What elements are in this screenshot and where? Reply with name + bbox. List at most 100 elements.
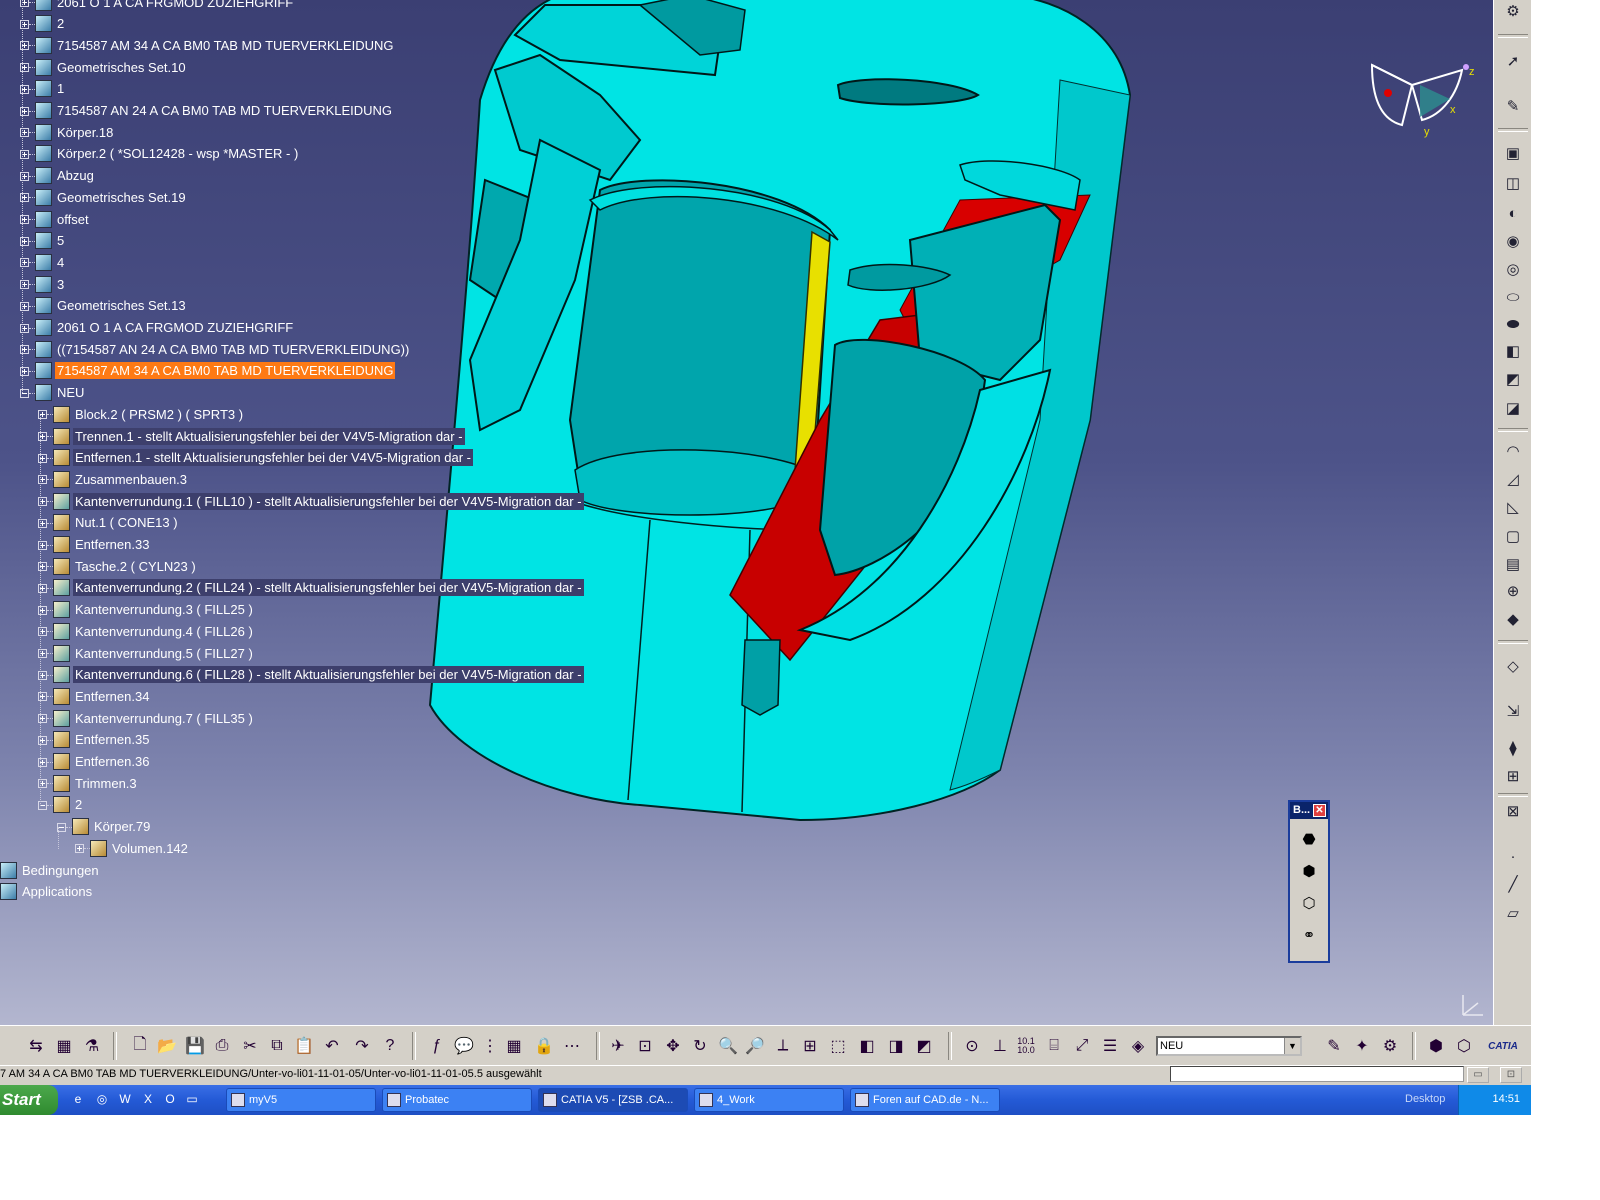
layer-select[interactable]: NEU ▼ [1156,1036,1302,1056]
assembly-icon[interactable]: ⬡ [1452,1034,1476,1058]
tree-node[interactable]: Volumen.142 [90,838,190,858]
split-icon[interactable]: ◇ [1502,655,1524,677]
rib-icon[interactable]: ⬭ [1502,286,1524,308]
table-icon[interactable]: ▦ [502,1034,526,1058]
copy-icon[interactable]: ⧉ [265,1034,289,1058]
layer-icon[interactable]: ◈ [1126,1034,1150,1058]
swap-visible-icon[interactable]: ◩ [912,1034,936,1058]
tree-node[interactable]: Nut.1 ( CONE13 ) [53,513,180,533]
tree-node[interactable]: 2061 O 1 A CA FRGMOD ZUZIEHGRIFF [35,0,295,12]
boolean-icon[interactable]: ⚭ [1297,923,1321,947]
tree-node[interactable]: Geometrisches Set.19 [35,187,188,207]
tree-node[interactable]: 1 [35,79,66,99]
settings-icon[interactable]: ⚙ [1502,0,1524,22]
material-icon[interactable]: ✎ [1322,1034,1346,1058]
hole-icon[interactable]: ◉ [1502,230,1524,252]
plane-icon[interactable]: ▱ [1502,902,1524,924]
tree-node[interactable]: 7154587 AN 24 A CA BM0 TAB MD TUERVERKLE… [35,101,394,121]
insert-body-icon[interactable]: ⬢ [1297,859,1321,883]
mirror-icon[interactable]: ⧫ [1502,737,1524,759]
tree-node[interactable]: Abzug [35,166,96,186]
assemble-icon[interactable]: ⬡ [1297,891,1321,915]
tree-node[interactable]: Entfernen.34 [53,686,151,706]
tree-node[interactable]: Entfernen.35 [53,730,151,750]
tree-node[interactable]: Körper.2 ( *SOL12428 - wsp *MASTER - ) [35,144,300,164]
new-file-icon[interactable]: 🗋 [128,1034,152,1058]
shaft-icon[interactable]: ◐ [1502,202,1524,224]
tree-node[interactable]: Tasche.2 ( CYLN23 ) [53,556,198,576]
lock-icon[interactable]: 🔒 [532,1034,556,1058]
edge-fillet-icon[interactable]: ◠ [1502,440,1524,462]
tree-node[interactable]: 7154587 AM 34 A CA BM0 TAB MD TUERVERKLE… [35,35,395,55]
spec-icon[interactable]: ⋮ [478,1034,502,1058]
comment-icon[interactable]: 💬 [452,1034,476,1058]
multi-view-icon[interactable]: ⊞ [798,1034,822,1058]
help-icon[interactable]: ? [378,1034,402,1058]
quicklaunch-desktop-icon[interactable]: ▭ [184,1091,200,1107]
tree-node[interactable]: Entfernen.1 - stellt Aktualisierungsfehl… [53,448,473,468]
tree-node[interactable]: Trimmen.3 [53,773,139,793]
constraint-icon[interactable]: ⊠ [1502,800,1524,822]
zoom-out-icon[interactable]: 🔎 [743,1034,767,1058]
groove-icon[interactable]: ◎ [1502,258,1524,280]
stop-icon[interactable]: ⊡ [1500,1067,1522,1083]
remove-face-icon[interactable]: ◆ [1502,608,1524,630]
tree-node[interactable]: Trennen.1 - stellt Aktualisierungsfehler… [53,426,465,446]
3d-viewport[interactable]: 2061 O 1 A CA FRGMOD ZUZIEHGRIFF 2 7154587… [0,0,1493,1025]
tree-node[interactable]: Kantenverrundung.3 ( FILL25 ) [53,600,255,620]
tree-node[interactable]: Bedingungen [0,860,101,880]
save-icon[interactable]: 💾 [183,1034,207,1058]
tree-node[interactable]: Entfernen.33 [53,535,151,555]
tree-node[interactable]: Geometrisches Set.10 [35,57,188,77]
expand-toggle[interactable] [75,844,84,854]
tree-node[interactable]: 2 [35,14,66,34]
tree-node[interactable]: Kantenverrundung.7 ( FILL35 ) [53,708,255,728]
quicklaunch-outlook-icon[interactable]: O [162,1091,178,1107]
fly-icon[interactable]: ✈ [606,1034,630,1058]
snap-icon[interactable]: ⊙ [960,1034,984,1058]
shell-icon[interactable]: ▢ [1502,525,1524,547]
tree-node[interactable]: 2 [53,795,84,815]
tree-node[interactable]: Körper.18 [35,122,115,142]
tree-node[interactable]: Kantenverrundung.4 ( FILL26 ) [53,621,255,641]
tree-node[interactable]: Kantenverrundung.6 ( FILL28 ) - stellt A… [53,665,584,685]
scan-icon[interactable]: ⤢ [1070,1034,1094,1058]
grid-numbers-icon[interactable]: 10.1 10.0 [1014,1034,1038,1058]
pad-icon[interactable]: ▣ [1502,142,1524,164]
print-icon[interactable]: ⎙ [210,1034,234,1058]
iso-view-icon[interactable]: ⬚ [826,1034,850,1058]
remove-loft-icon[interactable]: ◪ [1502,397,1524,419]
desktop-toolbar-label[interactable]: Desktop [1405,1093,1445,1105]
fit-all-icon[interactable]: ⊡ [633,1034,657,1058]
tree-node[interactable]: Applications [0,882,94,902]
cut-icon[interactable]: ✂ [238,1034,262,1058]
point-icon[interactable]: · [1502,845,1524,867]
stiffener-icon[interactable]: ◧ [1502,340,1524,362]
tree-node[interactable]: Zusammenbauen.3 [53,469,189,489]
tree-node[interactable]: offset [35,209,91,229]
start-button[interactable]: Start [0,1085,58,1115]
zoom-in-icon[interactable]: 🔍 [716,1034,740,1058]
properties-icon[interactable]: ⚙ [1378,1034,1402,1058]
task-catia[interactable]: CATIA V5 - [ZSB .CA... [538,1088,688,1112]
pan-icon[interactable]: ✥ [661,1034,685,1058]
tree-node[interactable]: Kantenverrundung.2 ( FILL24 ) - stellt A… [53,578,584,598]
command-input[interactable] [1170,1066,1464,1082]
compass[interactable]: z x y [1362,55,1482,140]
chevron-down-icon[interactable]: ▼ [1284,1038,1300,1054]
catalog-icon[interactable]: ▦ [52,1034,76,1058]
tree-node[interactable]: 3 [35,274,66,294]
quicklaunch-word-icon[interactable]: W [117,1091,133,1107]
floating-toolbar[interactable]: B... ✕ ⬣ ⬢ ⬡ ⚭ [1288,800,1330,963]
rotate-icon[interactable]: ↻ [688,1034,712,1058]
paste-icon[interactable]: 📋 [292,1034,316,1058]
translate-icon[interactable]: ⇲ [1502,700,1524,722]
power-input-icon[interactable]: ▭ [1467,1067,1489,1083]
tree-node[interactable]: Kantenverrundung.1 ( FILL10 ) - stellt A… [53,491,584,511]
undo-icon[interactable]: ↶ [320,1034,344,1058]
tree-node[interactable]: Körper.79 [72,817,152,837]
chamfer-icon[interactable]: ◿ [1502,468,1524,490]
open-icon[interactable]: 📂 [155,1034,179,1058]
tree-node[interactable]: Entfernen.36 [53,752,151,772]
formula-icon[interactable]: ƒ [425,1034,449,1058]
